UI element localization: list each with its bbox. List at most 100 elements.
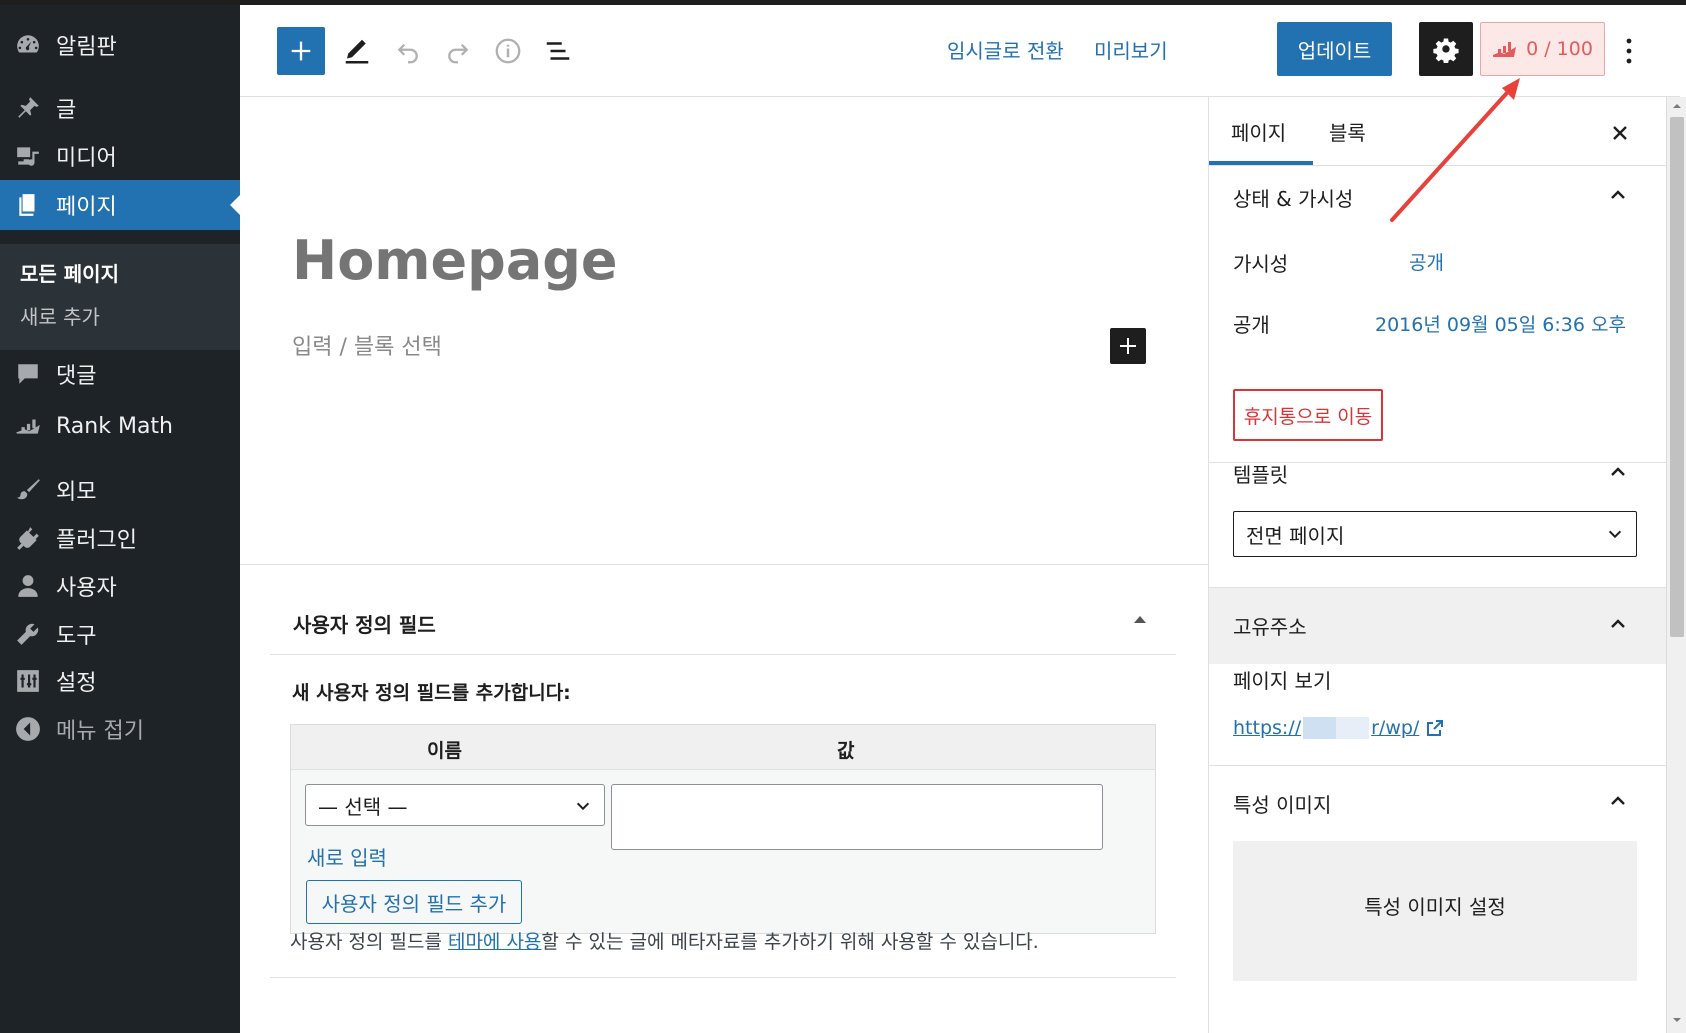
settings-sidebar: 페이지 블록 상태 & 가시성 가시성 공개 공개 2016년 09월 05일 … <box>1208 97 1667 1033</box>
preview-button[interactable]: 미리보기 <box>1094 35 1168 64</box>
menu-label: 알림판 <box>56 35 117 60</box>
comments-icon <box>0 361 56 387</box>
settings-button[interactable] <box>1419 22 1473 76</box>
update-button[interactable]: 업데이트 <box>1277 22 1392 76</box>
sidebar-scrollbar[interactable] <box>1666 97 1686 1033</box>
menu-item-tools[interactable]: 도구 <box>0 609 240 659</box>
menu-item-dashboard[interactable]: 알림판 <box>0 20 240 70</box>
list-view-button[interactable] <box>538 31 578 71</box>
list-view-icon <box>546 42 570 60</box>
menu-item-settings[interactable]: 설정 <box>0 656 240 706</box>
template-toggle[interactable] <box>1606 460 1630 484</box>
chevron-down-icon <box>576 802 590 811</box>
custom-fields-description: 사용자 정의 필드를 테마에 사용할 수 있는 글에 메타자료를 추가하기 위해… <box>290 931 1039 953</box>
rankmath-icon <box>0 413 56 439</box>
wrench-icon <box>0 621 56 647</box>
external-link-icon <box>1427 720 1444 736</box>
chevron-up-icon <box>1611 619 1625 628</box>
menu-item-appearance[interactable]: 외모 <box>0 465 240 515</box>
menu-label: 미디어 <box>56 146 117 171</box>
add-custom-field-button[interactable]: 사용자 정의 필드 추가 <box>306 880 522 924</box>
redo-button[interactable] <box>438 31 478 71</box>
use-in-theme-link[interactable]: 테마에 사용 <box>448 931 541 953</box>
menu-item-plugins[interactable]: 플러그인 <box>0 513 240 563</box>
media-icon <box>0 143 56 169</box>
menu-label: 페이지 <box>56 195 117 220</box>
submenu-add-new[interactable]: 새로 추가 <box>20 301 100 330</box>
switch-to-draft-button[interactable]: 임시글로 전환 <box>947 35 1064 64</box>
plus-icon <box>291 41 311 61</box>
tabs-divider <box>1209 165 1667 166</box>
rank-math-score-button[interactable]: 0 / 100 <box>1480 22 1605 76</box>
menu-item-comments[interactable]: 댓글 <box>0 349 240 399</box>
publish-date[interactable]: 2016년 09월 05일 6:36 오후 <box>1375 310 1626 337</box>
menu-item-media[interactable]: 미디어 <box>0 131 240 181</box>
menu-item-pages[interactable]: 페이지 <box>0 180 240 230</box>
menu-label: Rank Math <box>56 413 173 439</box>
set-featured-image-label: 특성 이미지 설정 <box>1364 895 1506 919</box>
app-window: 알림판 글 미디어 페이지 모든 페이지 새로 추가 댓글 Rank Math <box>0 0 1686 1033</box>
block-placeholder[interactable]: 입력 / 블록 선택 <box>292 329 442 361</box>
add-block-button[interactable] <box>1110 328 1146 364</box>
page-title[interactable]: Homepage <box>292 229 618 292</box>
add-custom-field-heading: 새 사용자 정의 필드를 추가합니다: <box>292 682 571 704</box>
gear-icon <box>1433 38 1459 63</box>
info-icon <box>495 38 521 64</box>
chevron-up-icon <box>1611 467 1625 476</box>
set-featured-image-button[interactable]: 특성 이미지 설정 <box>1233 841 1637 981</box>
custom-field-key-select[interactable]: — 선택 — <box>305 784 605 826</box>
tools-edit-button[interactable] <box>337 31 377 71</box>
editor-toolbar: 임시글로 전환 미리보기 업데이트 0 / 100 <box>240 5 1680 97</box>
triangle-up-icon <box>1134 616 1146 623</box>
template-value: 전면 페이지 <box>1246 523 1345 548</box>
undo-button[interactable] <box>388 31 428 71</box>
menu-item-rank-math[interactable]: Rank Math <box>0 401 240 451</box>
custom-fields-toggle[interactable] <box>1130 609 1150 629</box>
custom-field-value-textarea[interactable] <box>611 784 1103 850</box>
permalink-title[interactable]: 고유주소 <box>1233 611 1307 640</box>
tab-page[interactable]: 페이지 <box>1231 117 1286 146</box>
menu-label: 설정 <box>56 671 97 696</box>
undo-icon <box>397 43 418 64</box>
featured-image-title[interactable]: 특성 이미지 <box>1233 789 1331 818</box>
permalink-url-link[interactable]: https:// r/wp/ <box>1233 717 1445 739</box>
permalink-toggle[interactable] <box>1606 612 1630 636</box>
menu-item-users[interactable]: 사용자 <box>0 561 240 611</box>
close-sidebar-button[interactable] <box>1606 119 1634 147</box>
options-menu-button[interactable] <box>1614 31 1644 71</box>
menu-label: 도구 <box>56 624 97 649</box>
scroll-up-arrow-icon[interactable] <box>1672 101 1682 111</box>
scroll-down-arrow-icon[interactable] <box>1672 1015 1682 1025</box>
custom-fields-table-header: 이름 값 <box>291 725 1155 770</box>
close-icon <box>1613 126 1627 140</box>
rankmath-icon <box>1493 42 1517 57</box>
tab-block[interactable]: 블록 <box>1329 117 1366 146</box>
editor-canvas: Homepage 입력 / 블록 선택 사용자 정의 필드 새 사용자 정의 필… <box>240 97 1208 1033</box>
panel-divider <box>1209 765 1667 766</box>
enter-new-link[interactable]: 새로 입력 <box>307 842 387 871</box>
column-name: 이름 <box>427 740 462 762</box>
dashboard-icon <box>0 32 56 58</box>
menu-item-posts[interactable]: 글 <box>0 83 240 133</box>
select-value: — 선택 — <box>318 794 408 819</box>
rank-math-score: 0 / 100 <box>1526 38 1593 60</box>
status-visibility-toggle[interactable] <box>1606 183 1630 207</box>
template-select[interactable]: 전면 페이지 <box>1233 511 1637 557</box>
template-title[interactable]: 템플릿 <box>1233 459 1288 488</box>
custom-fields-header-line <box>270 654 1176 655</box>
collapse-icon <box>0 716 56 742</box>
block-inserter-button[interactable] <box>277 27 325 75</box>
visibility-value[interactable]: 공개 <box>1409 248 1444 275</box>
custom-fields-title: 사용자 정의 필드 <box>293 613 436 637</box>
status-visibility-title[interactable]: 상태 & 가시성 <box>1233 183 1353 212</box>
featured-image-toggle[interactable] <box>1606 789 1630 813</box>
menu-label: 댓글 <box>56 364 97 389</box>
submenu-all-pages[interactable]: 모든 페이지 <box>20 258 119 287</box>
details-button[interactable] <box>488 31 528 71</box>
pages-submenu: 모든 페이지 새로 추가 <box>0 244 240 350</box>
move-to-trash-button[interactable]: 휴지통으로 이동 <box>1233 389 1383 441</box>
menu-item-collapse[interactable]: 메뉴 접기 <box>0 704 240 754</box>
paintbrush-icon <box>0 477 56 503</box>
menu-label: 글 <box>56 98 77 123</box>
scrollbar-thumb[interactable] <box>1670 117 1684 637</box>
